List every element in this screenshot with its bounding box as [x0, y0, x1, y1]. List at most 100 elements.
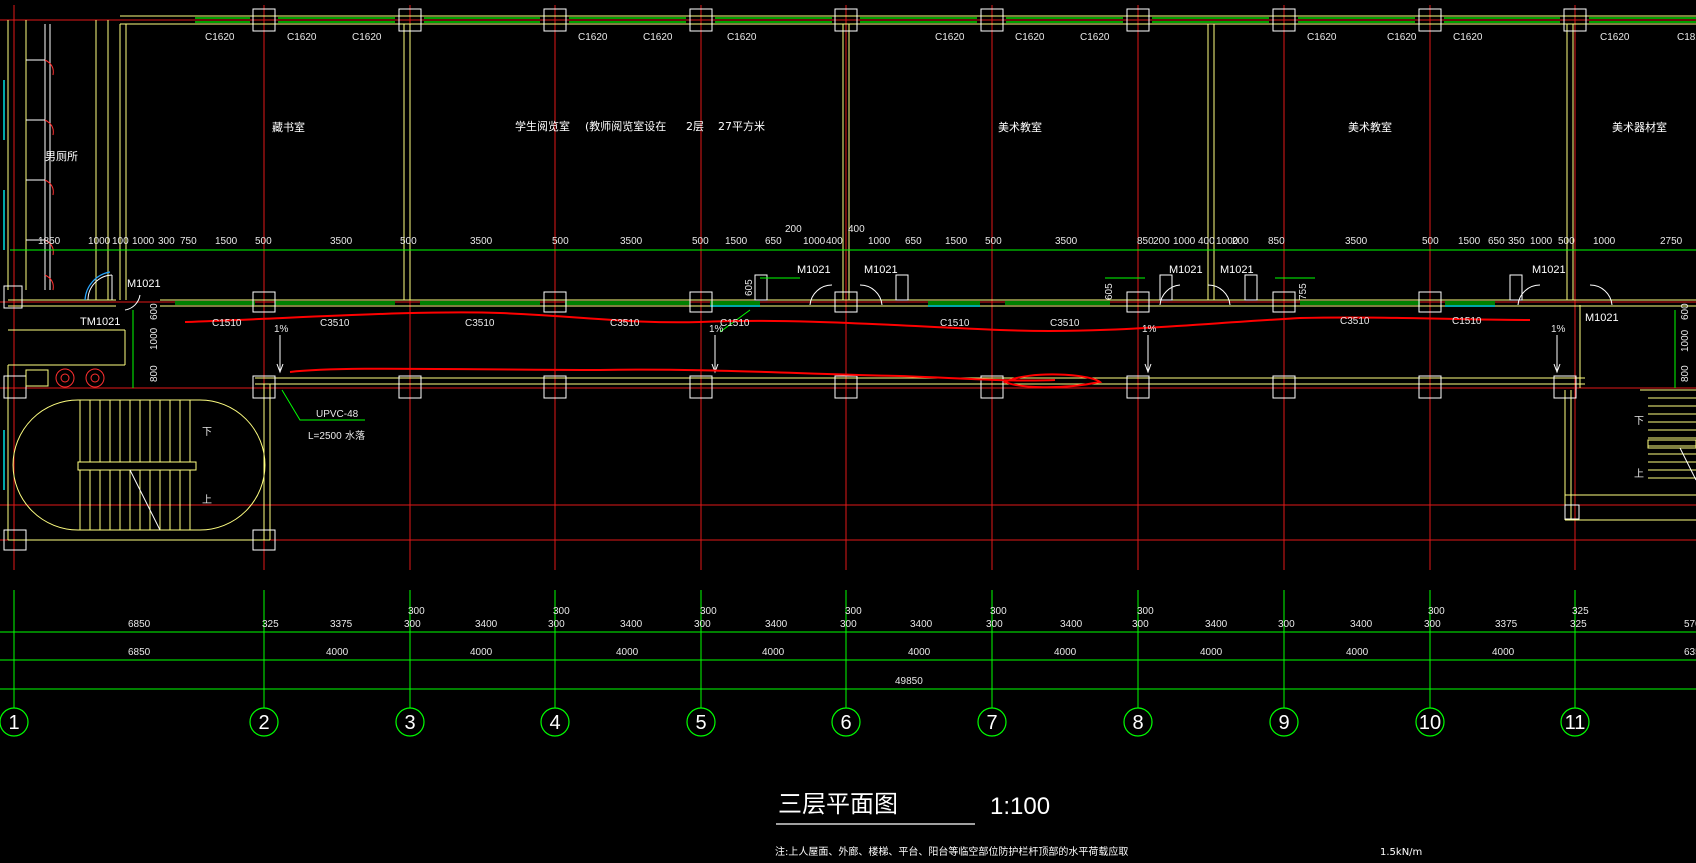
dimension-label-row1: 3400 — [475, 619, 498, 630]
door-label: M1021 — [1220, 264, 1254, 276]
dimension-label-side: 755 — [1298, 283, 1309, 300]
dimension-label-row1-top: 300 — [1428, 606, 1445, 617]
slope-label: 1% — [274, 324, 289, 335]
dimension-label-top: 300 — [158, 236, 175, 247]
door-label: M1021 — [1169, 264, 1203, 276]
dimension-label-row1: 300 — [1278, 619, 1295, 630]
dimension-label-side: 605 — [744, 279, 755, 296]
dimension-label-top: 1000 — [868, 236, 891, 247]
dimension-label-top: 500 — [1422, 236, 1439, 247]
window-label-top: C1820 — [1677, 32, 1696, 43]
dimension-label-row1: 3375 — [1495, 619, 1518, 630]
drawing-note: 注:上人屋面、外廊、楼梯、平台、阳台等临空部位防护栏杆顶部的水平荷载应取 — [775, 845, 1128, 858]
dimension-label-top: 400 — [1198, 236, 1215, 247]
door-label: M1021 — [1532, 264, 1566, 276]
door-label: M1021 — [1585, 312, 1619, 324]
toilet-doors — [44, 59, 54, 291]
dimension-label-top: 1000 — [803, 236, 826, 247]
dimension-label-top: 850 — [1268, 236, 1285, 247]
dimension-label-top: 500 — [1558, 236, 1575, 247]
dimension-label-top: 650 — [1488, 236, 1505, 247]
labels: C1620 C1620 C1620 C1620 C1620 C1620 C1620 C1620… — [38, 32, 1696, 687]
dimension-label-top: 1000 — [1593, 236, 1616, 247]
dimension-label-top: 200 — [785, 224, 802, 235]
dimension-label-row1-top: 300 — [553, 606, 570, 617]
room-label: 美术教室 — [998, 120, 1042, 134]
dimension-label-top: 3500 — [1055, 236, 1078, 247]
dimension-label-top: 3500 — [620, 236, 643, 247]
dimension-label-row1: 300 — [840, 619, 857, 630]
axis-label: 8 — [1132, 712, 1143, 734]
dimension-label-top: 3500 — [330, 236, 353, 247]
dimension-label-row1: 3400 — [1350, 619, 1373, 630]
axis-bubbles: 1 2 3 4 5 6 7 8 9 10 11 — [0, 700, 1590, 737]
slope-arrows — [276, 335, 1561, 374]
corridor-wall — [7, 20, 1696, 541]
pipe-label: L=2500 — [308, 431, 342, 442]
door-label: M1021 — [864, 264, 898, 276]
dimension-label-top: 1000 — [1173, 236, 1196, 247]
dimension-label-top: 100 — [112, 236, 129, 247]
dimension-label-row1: 300 — [986, 619, 1003, 630]
dimension-label-row1-top: 300 — [1137, 606, 1154, 617]
room-label: 美术器材室 — [1612, 120, 1667, 134]
window-label-corridor: C3510 — [465, 318, 495, 329]
window-label-top: C1620 — [352, 32, 382, 43]
drawing-title: 三层平面图 — [778, 790, 898, 818]
slope-label: 1% — [709, 324, 724, 335]
dimension-label-row2: 4000 — [470, 647, 493, 658]
door-label: TM1021 — [80, 316, 120, 328]
slope-label: 1% — [1551, 324, 1566, 335]
dimension-label-row1-top: 300 — [990, 606, 1007, 617]
dimension-label-row1: 3400 — [1205, 619, 1228, 630]
axis-grid — [0, 5, 1696, 570]
dimension-label-row1: 300 — [1424, 619, 1441, 630]
dimension-label-row1-top: 300 — [700, 606, 717, 617]
right-stair — [1647, 397, 1696, 481]
dimension-label-row1: 325 — [1570, 619, 1587, 630]
dimension-label-top: 2750 — [1660, 236, 1683, 247]
dimension-label-top: 1500 — [945, 236, 968, 247]
drawing-scale: 1:100 — [990, 793, 1050, 820]
door-label: M1021 — [127, 278, 161, 290]
dimension-label-row1: 3400 — [620, 619, 643, 630]
dimension-label-top: 200 — [1232, 236, 1249, 247]
axis-label: 7 — [986, 712, 997, 734]
dimension-label-side: 600 — [1680, 303, 1691, 320]
dimension-label-row2: 635 — [1684, 647, 1696, 658]
dimension-label-side: 1000 — [149, 327, 160, 350]
dimension-label-row2: 4000 — [1492, 647, 1515, 658]
dimension-label-row1: 3400 — [765, 619, 788, 630]
pipe-label: UPVC-48 — [316, 409, 359, 420]
window-label-top: C1620 — [1387, 32, 1417, 43]
dimension-label-row1: 3400 — [910, 619, 933, 630]
window-label-top: C1620 — [578, 32, 608, 43]
dimension-label-top: 200 — [1153, 236, 1170, 247]
dimension-label-row2: 4000 — [326, 647, 349, 658]
axis-label: 10 — [1419, 712, 1441, 734]
dimension-lines — [0, 249, 1696, 700]
axis-label: 6 — [840, 712, 851, 734]
dimension-label-top: 500 — [985, 236, 1002, 247]
load-note: 1.5kN/m — [1380, 847, 1422, 858]
dimension-label-side: 605 — [1104, 283, 1115, 300]
stair-up-label: 上 — [202, 494, 212, 506]
columns — [3, 8, 1587, 551]
dimension-label-row2: 4000 — [1200, 647, 1223, 658]
dimension-label-row2: 4000 — [908, 647, 931, 658]
dimension-label-top: 500 — [692, 236, 709, 247]
dimension-label-row1-top: 300 — [845, 606, 862, 617]
window-label-top: C1620 — [1453, 32, 1483, 43]
axis-label: 11 — [1565, 712, 1586, 734]
dimension-label-top: 850 — [1137, 236, 1154, 247]
dimension-label-row1: 300 — [404, 619, 421, 630]
dimension-label-top: 1850 — [38, 236, 61, 247]
room-label: 2层 — [686, 120, 704, 133]
window-label-top: C1620 — [727, 32, 757, 43]
dimension-label-top: 1000 — [132, 236, 155, 247]
window-label-top: C1620 — [1307, 32, 1337, 43]
room-label: 学生阅览室 — [515, 119, 570, 133]
dimension-label-top: 350 — [1508, 236, 1525, 247]
dimension-label-row1: 3400 — [1060, 619, 1083, 630]
window-label-corridor: C1510 — [212, 318, 242, 329]
